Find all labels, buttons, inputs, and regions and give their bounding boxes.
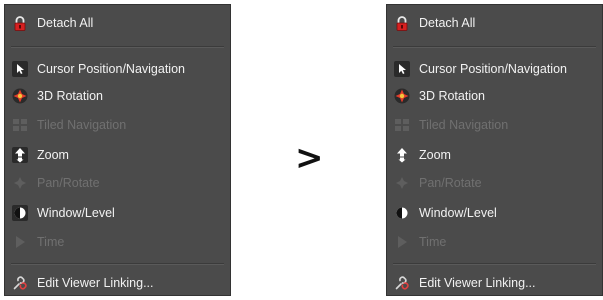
window-level-icon (394, 205, 410, 221)
menu-item-window-level[interactable]: Window/Level (5, 201, 230, 225)
menu-item-label: Cursor Position/Navigation (37, 62, 185, 76)
menu-item-pan-rotate[interactable]: Pan/Rotate (5, 171, 230, 195)
pan-rotate-icon (12, 175, 28, 191)
menu-item-label: Time (37, 235, 65, 249)
menu-item-label: Cursor Position/Navigation (419, 62, 567, 76)
menu-item-cursor-position[interactable]: Cursor Position/Navigation (387, 57, 602, 81)
menu-item-zoom[interactable]: Zoom (387, 143, 602, 167)
link-icon (394, 275, 410, 291)
menu-item-label: Zoom (37, 148, 69, 162)
menu-item-pan-rotate[interactable]: Pan/Rotate (387, 171, 602, 195)
tiled-icon (12, 117, 28, 133)
rotation-3d-icon (12, 88, 28, 104)
tiled-icon (394, 117, 410, 133)
window-level-icon (12, 205, 28, 221)
menu-item-tiled-navigation[interactable]: Tiled Navigation (5, 113, 230, 137)
menu-item-label: Tiled Navigation (37, 118, 127, 132)
menu-item-detach-all[interactable]: Detach All (5, 11, 230, 35)
menu-item-label: Tiled Navigation (419, 118, 509, 132)
menu-item-time[interactable]: Time (387, 230, 602, 254)
menu-item-label: Edit Viewer Linking... (419, 276, 536, 290)
menu-item-window-level[interactable]: Window/Level (387, 201, 602, 225)
menu-item-time[interactable]: Time (5, 230, 230, 254)
lock-icon (12, 15, 28, 31)
transition-arrow: > (295, 138, 324, 178)
menu-item-label: 3D Rotation (419, 89, 486, 103)
lock-icon (394, 15, 410, 31)
menu-item-label: 3D Rotation (37, 89, 104, 103)
cursor-icon (394, 61, 410, 77)
menu-item-label: Zoom (419, 148, 451, 162)
menu-separator (11, 263, 224, 265)
menu-item-3d-rotation[interactable]: 3D Rotation (387, 84, 602, 108)
context-menu-before: Detach All Cursor Position/Navigation 3D… (4, 4, 231, 296)
menu-item-label: Detach All (37, 16, 94, 30)
link-icon (12, 275, 28, 291)
time-icon (394, 234, 410, 250)
cursor-icon (12, 61, 28, 77)
menu-item-cursor-position[interactable]: Cursor Position/Navigation (5, 57, 230, 81)
menu-item-zoom[interactable]: Zoom (5, 143, 230, 167)
menu-item-edit-viewer-linking[interactable]: Edit Viewer Linking... (5, 271, 230, 295)
menu-separator (393, 263, 596, 265)
menu-item-label: Window/Level (419, 206, 497, 220)
menu-separator (11, 46, 224, 48)
menu-item-label: Pan/Rotate (419, 176, 482, 190)
menu-item-detach-all[interactable]: Detach All (387, 11, 602, 35)
menu-item-label: Detach All (419, 16, 476, 30)
menu-separator (393, 46, 596, 48)
menu-item-tiled-navigation[interactable]: Tiled Navigation (387, 113, 602, 137)
menu-item-label: Pan/Rotate (37, 176, 100, 190)
time-icon (12, 234, 28, 250)
zoom-icon (12, 147, 28, 163)
context-menu-after: Detach All Cursor Position/Navigation 3D… (386, 4, 603, 296)
menu-item-label: Window/Level (37, 206, 115, 220)
rotation-3d-icon (394, 88, 410, 104)
zoom-icon (394, 147, 410, 163)
menu-item-label: Time (419, 235, 447, 249)
pan-rotate-icon (394, 175, 410, 191)
menu-item-edit-viewer-linking[interactable]: Edit Viewer Linking... (387, 271, 602, 295)
menu-item-3d-rotation[interactable]: 3D Rotation (5, 84, 230, 108)
menu-item-label: Edit Viewer Linking... (37, 276, 154, 290)
